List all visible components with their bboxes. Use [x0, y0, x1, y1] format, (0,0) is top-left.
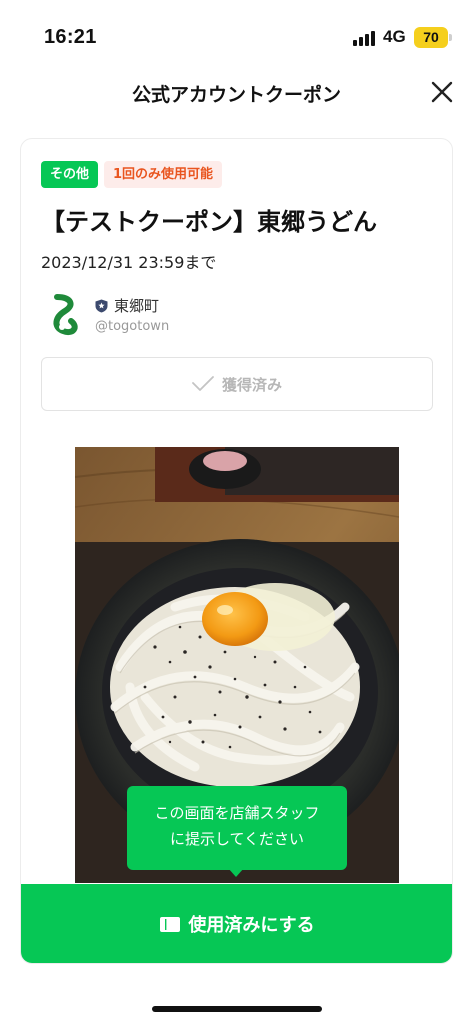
mark-as-used-button[interactable]: 使用済みにする	[21, 884, 452, 963]
home-indicator[interactable]	[152, 1006, 322, 1012]
close-icon	[431, 81, 453, 103]
account-name: 東郷町	[114, 297, 160, 315]
coupon-card: その他 1回のみ使用可能 【テストクーポン】東郷うどん 2023/12/31 2…	[20, 138, 453, 964]
coupon-title: 【テストクーポン】東郷うどん	[41, 208, 377, 236]
close-button[interactable]	[426, 76, 458, 108]
battery-icon: 70	[414, 27, 448, 48]
acquired-status-button: 獲得済み	[41, 357, 433, 411]
battery-level: 70	[423, 29, 439, 45]
ticket-icon	[160, 916, 181, 932]
tag-row: その他 1回のみ使用可能	[41, 161, 223, 188]
shield-badge-icon	[95, 299, 108, 312]
signal-icon	[353, 30, 379, 46]
status-time: 16:21	[44, 26, 97, 48]
battery-cap	[449, 34, 452, 41]
status-bar: 16:21 4G 70	[0, 0, 473, 74]
tooltip-line-1: この画面を店舗スタッフ	[154, 804, 320, 822]
tooltip-tail	[228, 868, 244, 877]
coupon-expiry: 2023/12/31 23:59まで	[41, 253, 217, 272]
show-to-staff-tooltip: この画面を店舗スタッフ に提示してください	[127, 786, 347, 870]
checkmark-icon	[192, 376, 214, 391]
mark-as-used-label: 使用済みにする	[188, 915, 315, 936]
acquired-label: 獲得済み	[221, 375, 282, 394]
account-id: @togotown	[95, 319, 170, 334]
account-logo	[53, 294, 78, 335]
tooltip-line-2: に提示してください	[169, 830, 305, 848]
page-title: 公式アカウントクーポン	[131, 84, 341, 106]
screen: 16:21 4G 70 公式アカウントクーポン その他 1回のみ使用可能 【テス…	[0, 0, 473, 1024]
category-tag: その他	[41, 161, 99, 188]
account-name-row: 東郷町	[95, 295, 159, 316]
usage-limit-tag: 1回のみ使用可能	[104, 161, 223, 188]
network-label: 4G	[383, 27, 406, 46]
